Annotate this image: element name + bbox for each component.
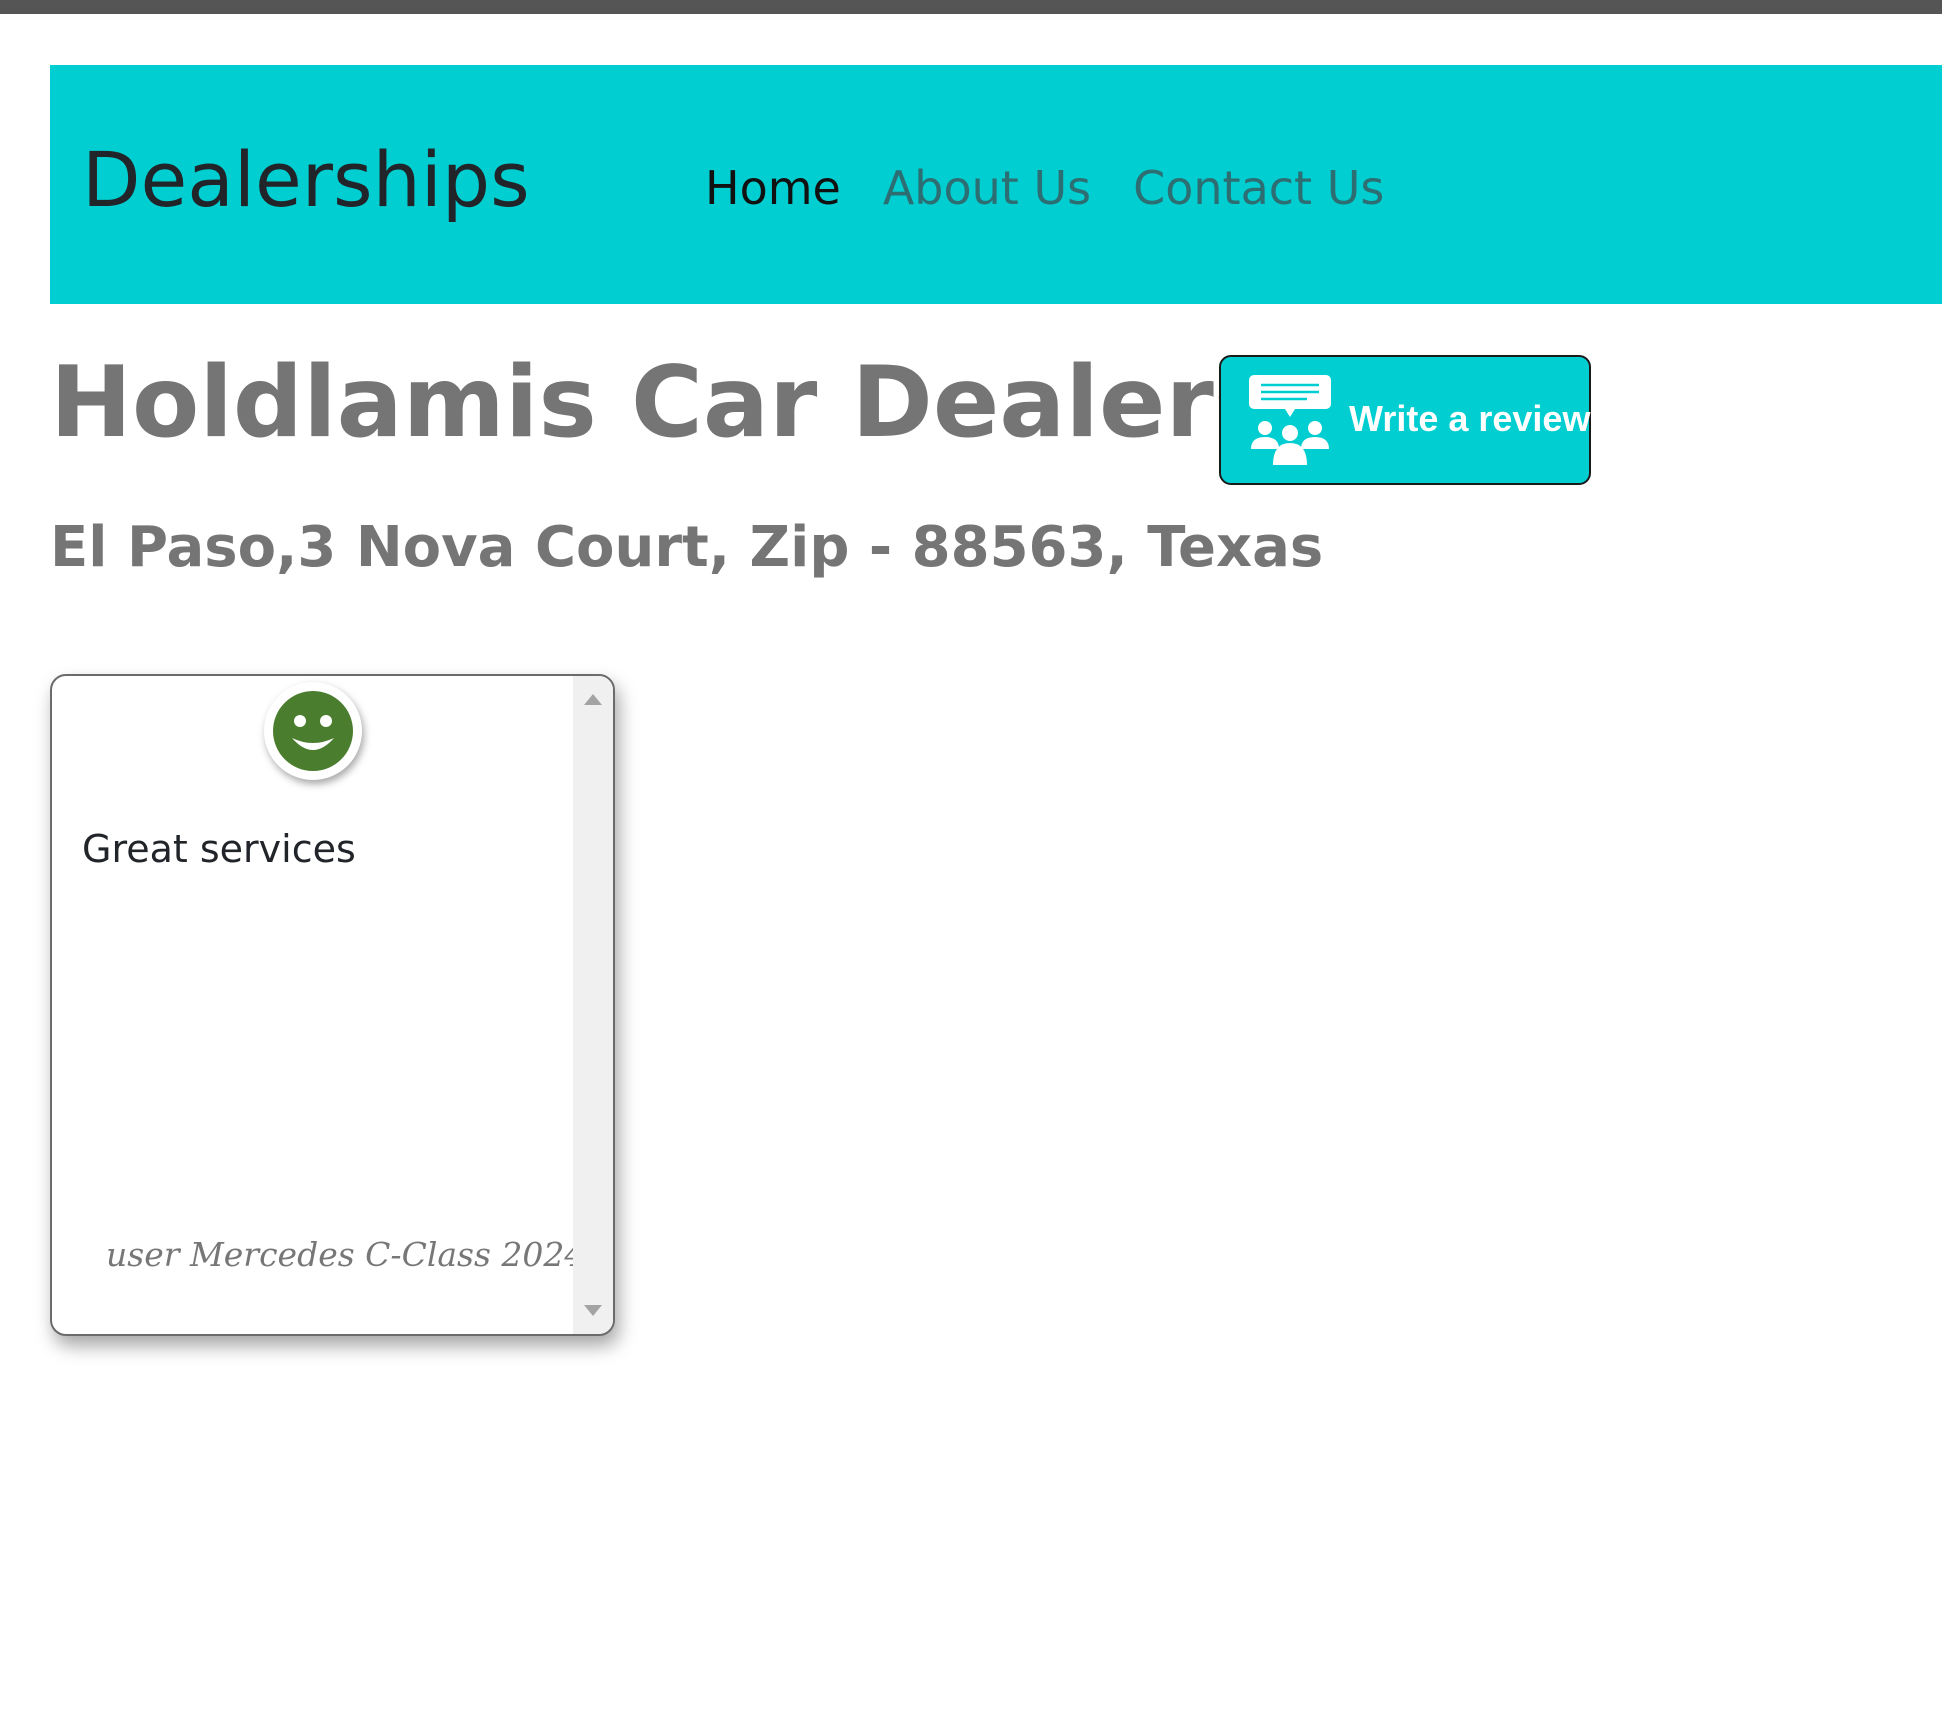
write-review-button[interactable]: Write a review (1219, 355, 1591, 485)
nav-contact-link[interactable]: Contact Us (1133, 160, 1384, 216)
browser-top-bar (0, 0, 1942, 14)
dealer-address: El Paso,3 Nova Court, Zip - 88563, Texas (50, 515, 1324, 580)
write-review-label: Write a review (1349, 398, 1591, 439)
review-card[interactable]: Great services user Mercedes C-Class 202… (50, 674, 615, 1336)
navbar: Dealerships Home About Us Contact Us (50, 65, 1942, 304)
review-people-icon (1247, 373, 1333, 467)
scroll-down-arrow-icon[interactable] (584, 1305, 602, 1316)
review-text: Great services (82, 827, 356, 871)
smiley-face-icon (264, 682, 362, 780)
brand-title[interactable]: Dealerships (82, 135, 530, 225)
review-meta: user Mercedes C-Class 2024 (106, 1235, 586, 1274)
nav-home-link[interactable]: Home (705, 160, 841, 216)
review-scrollbar[interactable] (573, 676, 613, 1334)
nav-links: Home About Us Contact Us (705, 160, 1384, 216)
nav-about-link[interactable]: About Us (883, 160, 1091, 216)
scroll-up-arrow-icon[interactable] (584, 694, 602, 705)
